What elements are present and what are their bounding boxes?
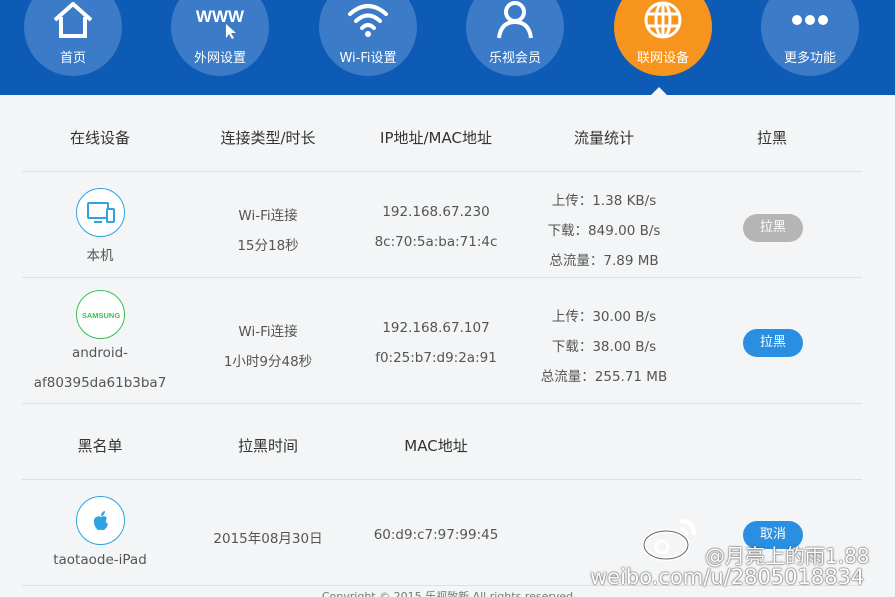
- nav-label: 联网设备: [636, 51, 689, 66]
- svg-text:SAMSUNG: SAMSUNG: [81, 311, 120, 320]
- download-rate: 下载：38.00 B/s: [551, 339, 657, 355]
- ip-address: 192.168.67.107: [382, 320, 490, 336]
- nav-label: Wi-Fi设置: [339, 51, 397, 66]
- header-online-devices: 在线设备: [69, 129, 130, 147]
- total-traffic: 总流量：255.71 MB: [540, 369, 668, 385]
- device-name: taotaode-iPad: [53, 552, 147, 568]
- device-name-line2: af80395da61b3ba7: [33, 375, 167, 391]
- block-button-disabled: 拉黑: [743, 214, 803, 242]
- block-time: 2015年08月30日: [213, 531, 323, 547]
- watermark-url: weibo.com/u/2805018834: [590, 565, 865, 589]
- samsung-logo: SAMSUNG: [76, 290, 125, 339]
- globe-icon: [614, 0, 712, 40]
- mac-address: 60:d9:c7:97:99:45: [373, 527, 499, 543]
- nav-label: 乐视会员: [488, 51, 541, 66]
- www-icon: WWW: [171, 0, 269, 40]
- nav-item-more[interactable]: 更多功能: [761, 0, 859, 76]
- mac-address: f0:25:b7:d9:2a:91: [375, 350, 497, 366]
- nav-item-connected-devices[interactable]: 联网设备: [614, 0, 712, 76]
- more-icon: [761, 0, 859, 40]
- device-name: 本机: [86, 248, 114, 264]
- download-rate: 下载：849.00 B/s: [547, 223, 661, 239]
- weibo-logo-icon: [642, 519, 696, 561]
- header-ip-mac: IP地址/MAC地址: [380, 129, 492, 147]
- wifi-icon: [319, 0, 417, 40]
- upload-rate: 上传：1.38 KB/s: [551, 193, 657, 209]
- divider: [22, 479, 862, 480]
- upload-rate: 上传：30.00 B/s: [551, 309, 657, 325]
- connection-type: Wi-Fi连接: [238, 324, 298, 340]
- nav-label: 更多功能: [783, 51, 836, 66]
- nav-item-wifi-settings[interactable]: Wi-Fi设置: [319, 0, 417, 76]
- ip-address: 192.168.67.230: [382, 204, 490, 220]
- total-traffic: 总流量：7.89 MB: [549, 253, 659, 269]
- block-button[interactable]: 拉黑: [743, 329, 803, 357]
- connection-duration: 15分18秒: [237, 238, 299, 254]
- active-pointer: [650, 87, 668, 96]
- nav-item-wan-settings[interactable]: WWW 外网设置: [171, 0, 269, 76]
- header-connection-type: 连接类型/时长: [220, 129, 316, 147]
- device-name-line1: android-: [71, 345, 129, 361]
- header-blacklist: 黑名单: [77, 437, 123, 455]
- divider: [22, 171, 862, 172]
- header-traffic: 流量统计: [573, 129, 634, 147]
- copyright: Copyright © 2015 乐视致新 All rights reserve…: [321, 590, 574, 597]
- user-icon: [466, 0, 564, 40]
- mac-address: 8c:70:5a:ba:71:4c: [374, 234, 498, 250]
- nav-label: 外网设置: [193, 51, 246, 66]
- divider: [22, 403, 862, 404]
- apple-icon: [76, 496, 125, 545]
- svg-text:WWW: WWW: [196, 7, 245, 26]
- monitor-icon: [76, 188, 125, 237]
- header-block: 拉黑: [756, 129, 787, 147]
- top-nav: 首页 WWW 外网设置 Wi-Fi设置 乐视会员 联网设备 更多功能: [0, 0, 895, 96]
- nav-label: 首页: [59, 51, 86, 66]
- header-block-time: 拉黑时间: [237, 437, 298, 455]
- divider: [22, 277, 862, 278]
- connection-duration: 1小时9分48秒: [223, 354, 313, 370]
- home-icon: [24, 0, 122, 40]
- nav-item-home[interactable]: 首页: [24, 0, 122, 76]
- connection-type: Wi-Fi连接: [238, 208, 298, 224]
- header-mac: MAC地址: [404, 437, 468, 455]
- nav-item-member[interactable]: 乐视会员: [466, 0, 564, 76]
